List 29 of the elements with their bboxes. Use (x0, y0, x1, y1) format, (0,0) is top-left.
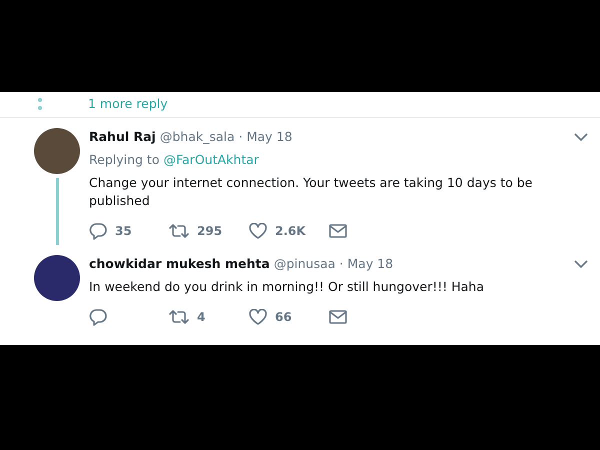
retweet-icon[interactable] (169, 308, 189, 324)
action-count: 35 (115, 223, 132, 240)
user-name[interactable]: Rahul Raj (89, 128, 156, 147)
retweet-icon[interactable] (169, 223, 189, 239)
tweet-date[interactable]: · May 18 (238, 128, 292, 147)
avatar (34, 255, 80, 301)
heart-icon[interactable] (249, 308, 267, 324)
speech-bubble-icon[interactable] (89, 222, 107, 240)
action-count: 2.6K (275, 223, 306, 240)
heart-icon[interactable] (249, 223, 267, 239)
tweet-text: In weekend do you drink in morning!! Or still hungover!!! Haha (89, 278, 486, 296)
caret-icon[interactable] (574, 259, 588, 270)
more-replies-link[interactable]: 1 more reply (88, 92, 168, 116)
envelope-icon[interactable] (329, 224, 347, 238)
action-count: 295 (197, 223, 222, 240)
replying-label: Replying to (89, 152, 160, 167)
user-handle[interactable]: @pinusaa (274, 255, 336, 274)
user-handle[interactable]: @bhak_sala (160, 128, 235, 147)
caret-icon[interactable] (574, 132, 588, 142)
user-name[interactable]: chowkidar mukesh mehta (89, 255, 270, 274)
tweet-text: Change your internet connection. Your tweets are taking 10 days to be published (89, 174, 534, 210)
tweet-date[interactable]: · May 18 (339, 255, 394, 274)
dots-icon (38, 98, 42, 112)
speech-bubble-icon[interactable] (89, 308, 107, 326)
avatar (34, 128, 80, 174)
action-count: 66 (275, 308, 292, 326)
mention-link[interactable]: @FarOutAkhtar (163, 152, 259, 167)
envelope-icon[interactable] (329, 310, 347, 324)
action-count: 4 (197, 308, 206, 326)
